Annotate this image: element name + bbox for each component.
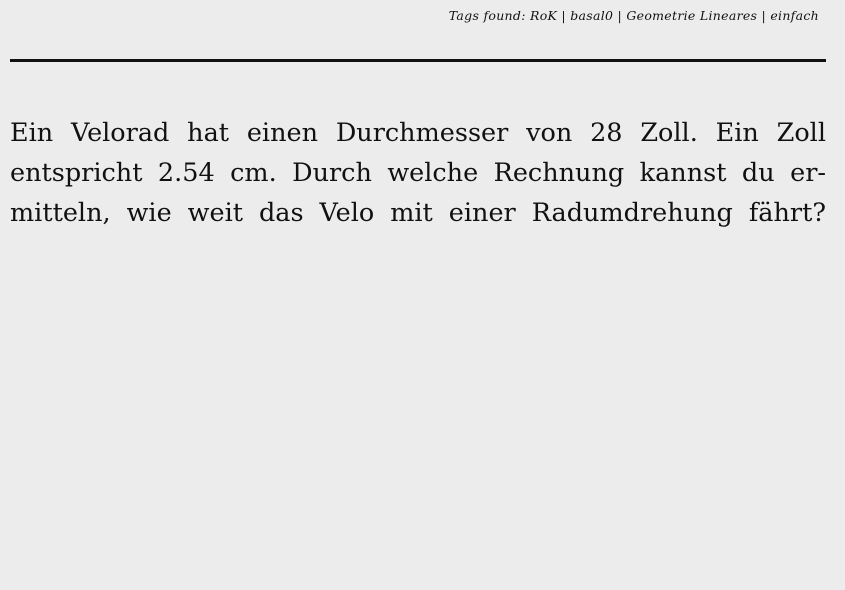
question-line: Ein Velorad hat einen Durchmesser von 28…: [10, 118, 826, 148]
tags-line: Tags found: RoK | basal0 | Geometrie Lin…: [448, 8, 819, 23]
header-divider: [10, 59, 826, 62]
question-line: entspricht 2.54 cm. Durch welche Rechnun…: [10, 158, 826, 188]
question-line: mitteln, wie weit das Velo mit einer Rad…: [10, 198, 826, 228]
question-text: Ein Velorad hat einen Durchmesser von 28…: [10, 113, 826, 233]
